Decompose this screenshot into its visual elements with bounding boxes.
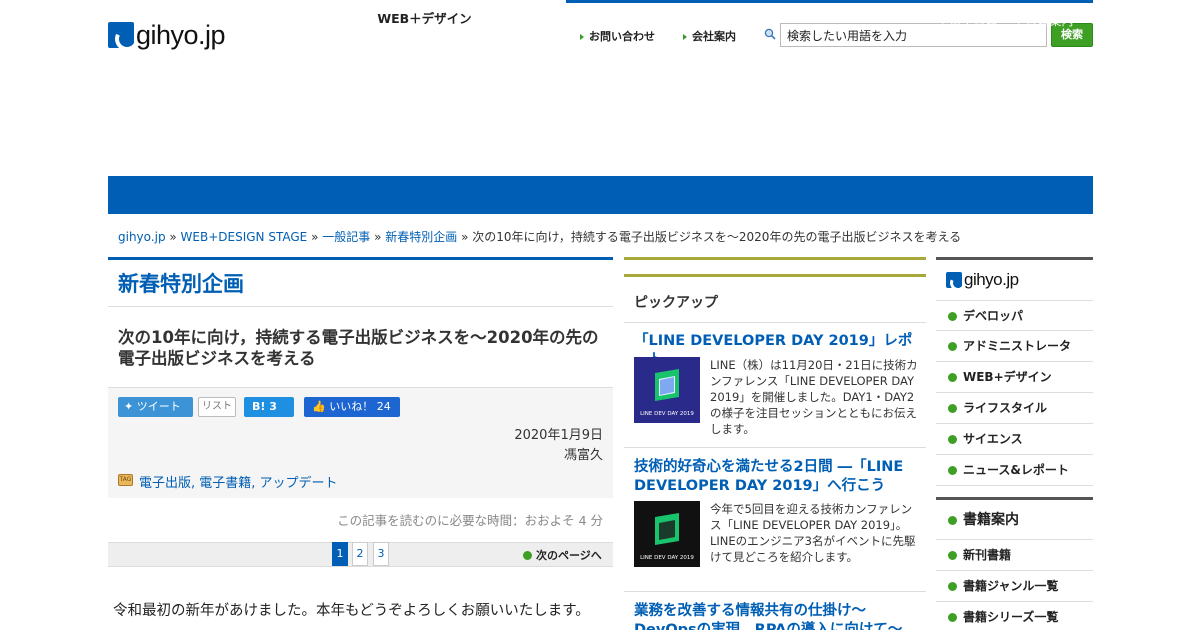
breadcrumb-stage[interactable]: WEB+DESIGN STAGE — [181, 230, 308, 244]
nav-lifestyle[interactable]: ライフスタイル — [488, 0, 612, 38]
article-top-bar — [108, 257, 613, 260]
sidebar-top-bar — [936, 257, 1093, 260]
facebook-like-button[interactable]: 👍 いいね！ 24 — [304, 397, 400, 417]
books-title[interactable]: 書籍案内 — [936, 500, 1093, 540]
sidebar-item-web-design[interactable]: WEB+デザイン — [936, 362, 1093, 393]
search-icon — [764, 28, 776, 40]
article-title: 次の10年に向け，持続する電子出版ビジネスを～2020年の先の電子出版ビジネスを… — [118, 328, 599, 368]
breadcrumb-current: 次の10年に向け，持続する電子出版ビジネスを～2020年の先の電子出版ビジネスを… — [472, 230, 962, 244]
hatena-bookmark-button[interactable]: B! 3 — [244, 397, 294, 417]
pickup-top-bar — [624, 257, 926, 260]
list-button[interactable]: リスト — [198, 397, 236, 417]
header-accent-bar — [566, 0, 1093, 3]
sidebar-item-developer[interactable]: デベロッパ — [936, 300, 1093, 331]
sidebar-logo-text: gihyo.jp — [964, 270, 1019, 289]
divider — [624, 322, 926, 323]
sidebar-logo[interactable]: gihyo.jp — [946, 271, 1019, 289]
divider — [624, 591, 926, 592]
logo-icon — [946, 272, 962, 288]
article-tags[interactable]: 電子出版, 電子書籍, アップデート — [139, 472, 338, 491]
pickup-thumbnail-1[interactable]: LINE DEV DAY 2019 — [634, 357, 700, 423]
article-date: 2020年1月9日 — [514, 428, 603, 443]
nav-ebooks[interactable]: 電子書籍 — [941, 12, 997, 29]
tag-icon: TAG — [118, 474, 133, 486]
sidebar-item-book-genres[interactable]: 書籍ジャンル一覧 — [936, 571, 1093, 602]
sidebar-item-science[interactable]: サイエンス — [936, 424, 1093, 455]
pickup-headline-3[interactable]: 業務を改善する情報共有の仕掛け～DevOpsの実現，RPAの導入に向けて～ — [634, 602, 924, 630]
sidebar-item-new-books[interactable]: 新刊書籍 — [936, 540, 1093, 571]
article-body: 令和最初の新年があけました。本年もどうぞよろしくお願いいたします。 — [113, 603, 590, 619]
breadcrumb-home[interactable]: gihyo.jp — [118, 230, 166, 244]
nav-developer[interactable]: デベロッパ — [108, 0, 220, 38]
sidebar-item-administrator[interactable]: アドミニストレータ — [936, 331, 1093, 362]
divider — [108, 306, 613, 307]
sidebar-item-news[interactable]: ニュース&レポート — [936, 455, 1093, 486]
search-input[interactable] — [780, 23, 1047, 47]
divider — [624, 447, 926, 448]
pickup-top-bar — [624, 274, 926, 277]
pickup-desc-1: LINE（株）は11月20日・21日に技術カンファレンス「LINE DEVELO… — [710, 358, 918, 436]
pickup-headline-2[interactable]: 技術的好奇心を満たせる2日間 ―「LINE DEVELOPER DAY 2019… — [634, 458, 924, 496]
pickup-desc-2: 今年で5回目を迎える技術カンファレンス「LINE DEVELOPER DAY 2… — [710, 502, 916, 564]
breadcrumb: gihyo.jp » WEB+DESIGN STAGE » 一般記事 » 新春特… — [118, 230, 962, 244]
tweet-label: ツイート — [136, 400, 181, 413]
nav-books[interactable]: 書籍案内 — [1017, 12, 1073, 29]
next-page-link[interactable]: 次のページへ — [523, 547, 602, 563]
main-nav — [108, 176, 1093, 214]
nav-administrator[interactable]: アドミニストレータ — [220, 0, 361, 38]
tweet-button[interactable]: ✦ ツイート — [118, 397, 193, 417]
twitter-icon: ✦ — [124, 400, 134, 413]
breadcrumb-general[interactable]: 一般記事 — [322, 230, 370, 244]
thumbnail-label-1: LINE DEV DAY 2019 — [640, 411, 694, 417]
read-time: この記事を読むのに必要な時間：おおよそ 4 分 — [337, 513, 603, 528]
sidebar-item-lifestyle[interactable]: ライフスタイル — [936, 393, 1093, 424]
article-author[interactable]: 馮富久 — [564, 444, 603, 463]
sidebar-item-book-series[interactable]: 書籍シリーズ一覧 — [936, 602, 1093, 630]
breadcrumb-special[interactable]: 新春特別企画 — [385, 230, 457, 244]
page-2[interactable]: 2 — [352, 542, 368, 566]
thumbnail-label-2: LINE DEV DAY 2019 — [640, 555, 694, 561]
like-label: いいね！ 24 — [329, 400, 391, 413]
company-link[interactable]: 会社案内 — [683, 28, 736, 44]
page-3[interactable]: 3 — [373, 542, 389, 566]
thumbs-up-icon: 👍 — [312, 400, 326, 413]
page-1[interactable]: 1 — [332, 542, 348, 566]
nav-web-design[interactable]: WEB＋デザイン — [361, 4, 488, 38]
section-title[interactable]: 新春特別企画 — [118, 268, 244, 298]
pickup-thumbnail-2[interactable]: LINE DEV DAY 2019 — [634, 501, 700, 567]
pickup-title: ピックアップ — [634, 295, 718, 311]
